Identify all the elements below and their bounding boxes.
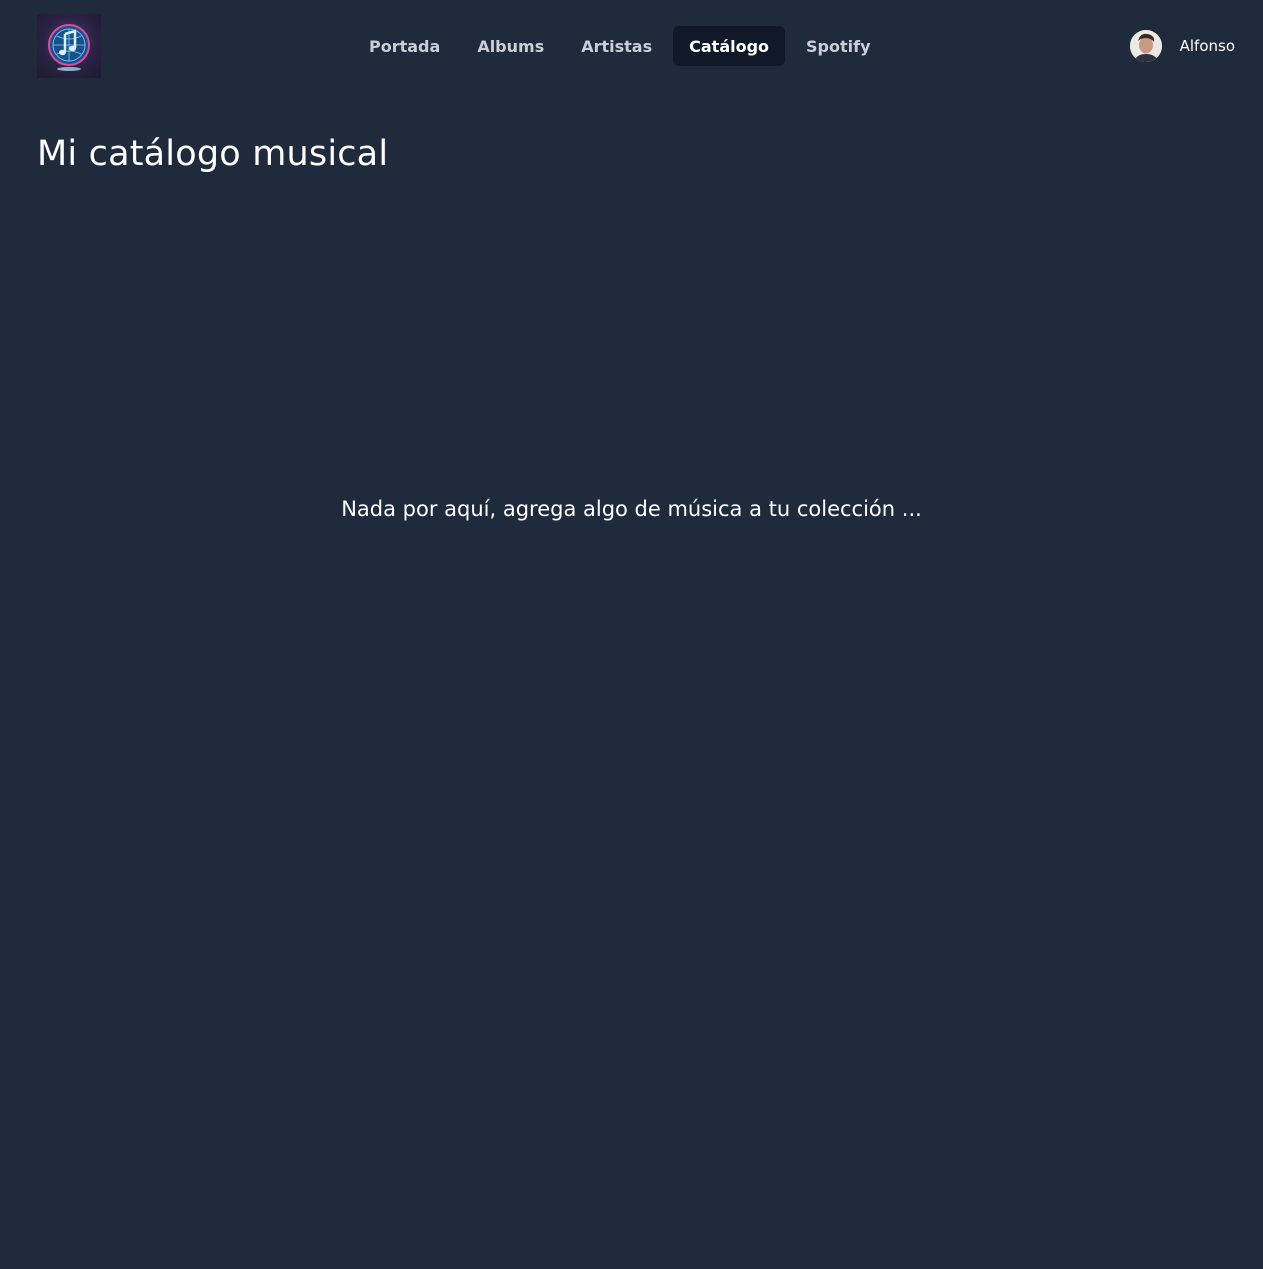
music-note-globe-icon — [48, 24, 90, 71]
user-avatar-icon — [1129, 30, 1162, 62]
user-name[interactable]: Alfonso — [1180, 37, 1235, 55]
top-navbar: Portada Albums Artistas Catálogo Spotify… — [0, 0, 1263, 92]
user-menu[interactable]: Alfonso — [1129, 30, 1235, 62]
app-logo[interactable] — [37, 14, 101, 78]
nav-item-artistas[interactable]: Artistas — [565, 26, 668, 66]
main-nav: Portada Albums Artistas Catálogo Spotify — [353, 26, 892, 66]
nav-item-catalogo[interactable]: Catálogo — [673, 26, 786, 66]
nav-item-albums[interactable]: Albums — [461, 26, 560, 66]
nav-item-portada[interactable]: Portada — [353, 26, 456, 66]
user-avatar[interactable] — [1129, 30, 1162, 62]
nav-item-spotify[interactable]: Spotify — [790, 26, 887, 66]
page-title: Mi catálogo musical — [37, 134, 389, 174]
empty-catalog-message: Nada por aquí, agrega algo de música a t… — [341, 497, 922, 521]
